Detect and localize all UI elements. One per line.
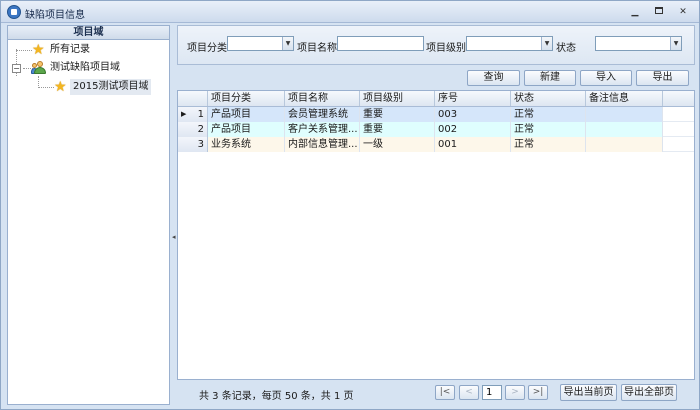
column-header[interactable]: 序号 — [435, 91, 511, 106]
table-row[interactable]: 2 产品项目 客户关系管理... 重要 002 正常 — [178, 122, 694, 137]
table-row[interactable]: 3 业务系统 内部信息管理... 一级 001 正常 — [178, 137, 694, 152]
export-all-pages-button[interactable]: 导出全部页 — [621, 384, 677, 401]
window-title: 缺陷项目信息 — [25, 10, 85, 21]
export-current-page-button[interactable]: 导出当前页 — [560, 384, 617, 401]
project-domain-panel: 项目域 ★ 所有记录 − 测试缺陷项目域 ★ 2015测试项目域 — [7, 25, 170, 405]
pagination-info: 共 3 条记录，每页 50 条，共 1 页 — [199, 391, 354, 402]
last-page-button[interactable]: >| — [528, 385, 548, 400]
grid-header: 项目分类 项目名称 项目级别 序号 状态 备注信息 — [178, 91, 694, 107]
next-page-button[interactable]: > — [505, 385, 525, 400]
panel-splitter[interactable]: ◂ — [171, 25, 176, 405]
star-icon: ★ — [54, 79, 67, 95]
table-row[interactable]: ▶ 1 产品项目 会员管理系统 重要 003 正常 — [178, 107, 694, 122]
pagination-bar: 共 3 条记录，每页 50 条，共 1 页 |< < > >| 导出当前页 导出… — [177, 381, 695, 405]
column-header[interactable]: 项目级别 — [360, 91, 435, 106]
minimize-button[interactable]: ▁ — [628, 6, 642, 18]
chevron-down-icon[interactable]: ▼ — [670, 37, 681, 50]
app-window: 缺陷项目信息 ▁ ✕ 项目域 ★ 所有记录 − 测试缺陷项目域 ★ 2015测试… — [0, 0, 700, 410]
maximize-button[interactable] — [652, 6, 666, 18]
main-area: 项目分类 ▼ 项目名称 项目级别 ▼ 状态 ▼ 查询 新建 导入 导出 项目分类… — [177, 25, 695, 405]
row-number-header — [178, 91, 208, 106]
app-icon — [7, 5, 21, 19]
export-button[interactable]: 导出 — [636, 70, 689, 86]
status-select[interactable]: ▼ — [595, 36, 682, 51]
column-header[interactable]: 项目分类 — [208, 91, 285, 106]
users-group-icon — [31, 61, 46, 75]
project-grid: 项目分类 项目名称 项目级别 序号 状态 备注信息 ▶ 1 产品项目 会员管理系… — [177, 90, 695, 380]
maximize-icon — [655, 7, 663, 14]
star-icon: ★ — [32, 42, 45, 58]
column-header[interactable]: 状态 — [511, 91, 586, 106]
query-button[interactable]: 查询 — [467, 70, 520, 86]
status-label: 状态 — [556, 43, 576, 54]
level-select[interactable]: ▼ — [466, 36, 553, 51]
close-button[interactable]: ✕ — [676, 6, 690, 18]
import-button[interactable]: 导入 — [580, 70, 632, 86]
column-header[interactable]: 项目名称 — [285, 91, 360, 106]
category-select[interactable]: ▼ — [227, 36, 294, 51]
project-domain-tree: ★ 所有记录 − 测试缺陷项目域 ★ 2015测试项目域 — [8, 40, 169, 140]
filter-panel: 项目分类 ▼ 项目名称 项目级别 ▼ 状态 ▼ — [177, 25, 695, 65]
chevron-down-icon[interactable]: ▼ — [541, 37, 552, 50]
title-bar: 缺陷项目信息 ▁ ✕ — [1, 1, 699, 23]
level-label: 项目级别 — [426, 43, 466, 54]
collapse-arrow-icon[interactable]: ◂ — [172, 233, 176, 241]
name-label: 项目名称 — [297, 43, 337, 54]
current-row-icon: ▶ — [181, 110, 187, 118]
column-header[interactable]: 备注信息 — [586, 91, 663, 106]
prev-page-button[interactable]: < — [459, 385, 479, 400]
name-input[interactable] — [337, 36, 424, 51]
chevron-down-icon[interactable]: ▼ — [282, 37, 293, 50]
page-number-input[interactable] — [482, 385, 502, 400]
first-page-button[interactable]: |< — [435, 385, 455, 400]
create-button[interactable]: 新建 — [524, 70, 576, 86]
panel-header: 项目域 — [8, 26, 169, 40]
tree-expander[interactable]: − — [12, 64, 21, 73]
category-label: 项目分类 — [187, 43, 227, 54]
